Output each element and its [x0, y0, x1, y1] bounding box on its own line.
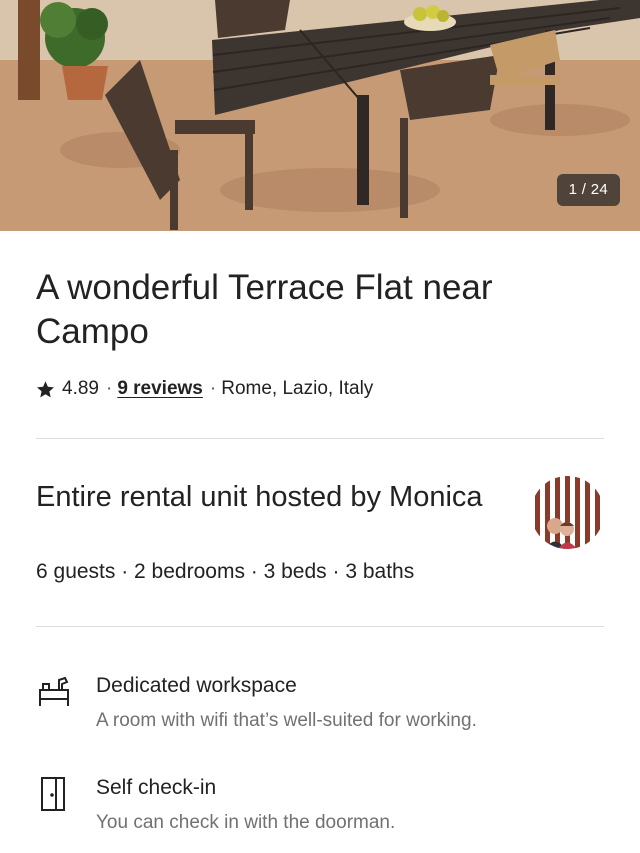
feature-title: Self check-in: [96, 776, 217, 799]
feature-description: You can check in with the doorman.: [96, 812, 396, 833]
rating-value: 4.89: [62, 378, 99, 399]
meta-separator: ·: [105, 378, 113, 399]
meta-separator: ·: [209, 378, 217, 399]
photo-gallery[interactable]: 1 / 24: [0, 0, 640, 231]
feature-title: Dedicated workspace: [96, 674, 297, 697]
workspace-desk-icon: [39, 676, 69, 706]
listing-title: A wonderful Terrace Flat near Campo: [36, 268, 493, 351]
capacity-details: 6 guests · 2 bedrooms · 3 beds · 3 baths: [36, 560, 415, 583]
listing-meta: 4.89 · 9 reviews · Rome, Lazio, Italy: [36, 376, 373, 402]
host-avatar[interactable]: [531, 476, 604, 549]
location-text: Rome, Lazio, Italy: [221, 378, 374, 399]
section-divider: [36, 438, 604, 439]
reviews-link[interactable]: 9 reviews: [117, 378, 203, 400]
feature-description: A room with wifi that’s well-suited for …: [96, 710, 477, 731]
star-icon: [37, 380, 54, 397]
door-icon: [41, 777, 65, 811]
photo-counter-badge: 1 / 24: [556, 174, 620, 206]
host-heading: Entire rental unit hosted by Monica: [36, 481, 483, 513]
section-divider: [36, 626, 604, 627]
terrace-photo: [0, 0, 640, 231]
